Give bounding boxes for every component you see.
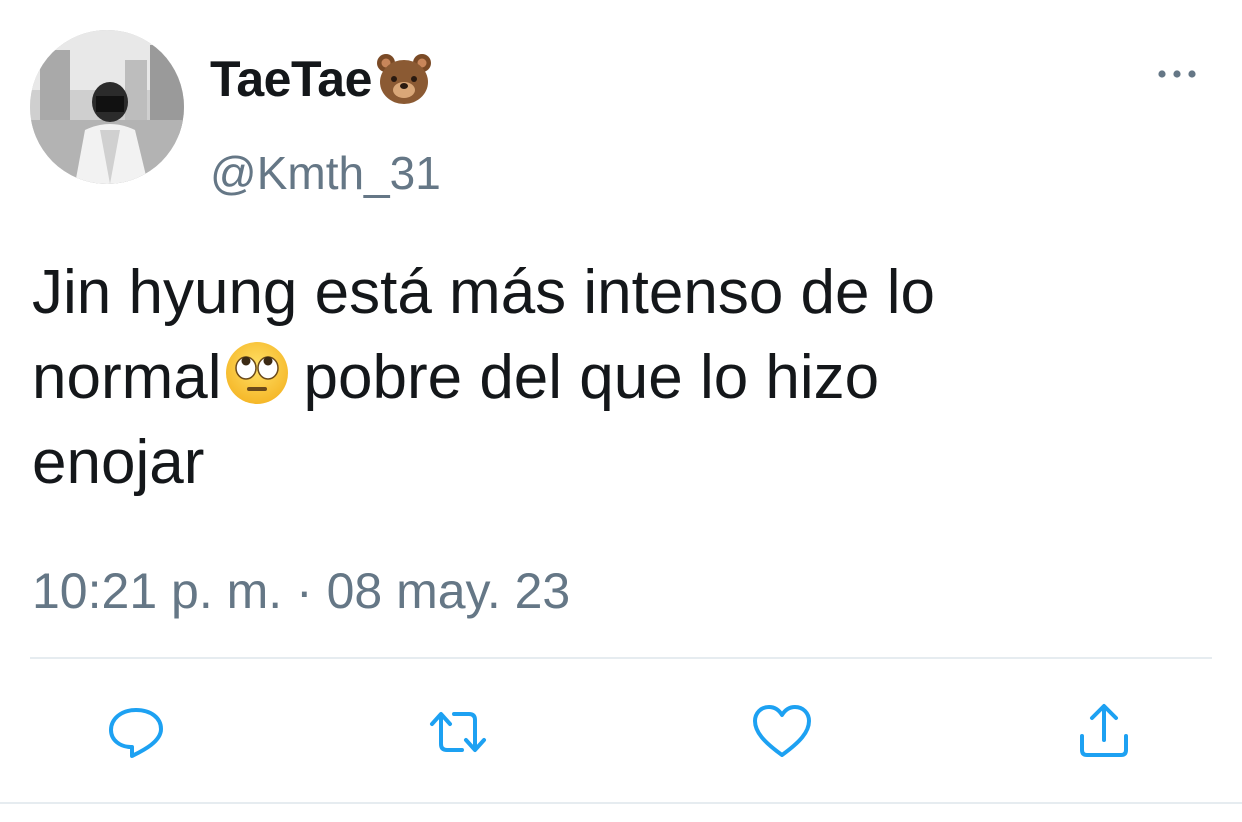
share-button[interactable] [1072,700,1136,764]
user-handle[interactable]: @Kmth_31 [210,146,441,200]
like-button[interactable] [750,700,814,764]
tweet-timestamp[interactable]: 10:21 p. m. · 08 may. 23 [32,562,570,620]
share-icon [1080,704,1128,757]
tweet-text-line-1: Jin hyung está más intenso de lo [32,258,935,327]
retweet-icon [430,712,486,752]
avatar-photo [30,30,184,184]
tweet-card: TaeTae @Kmth_31 Jin hyung está más inten… [0,0,1242,822]
bottom-divider [0,802,1242,804]
bear-face-emoji-icon [375,52,433,106]
heart-icon [753,705,811,757]
display-name[interactable]: TaeTae [210,50,433,108]
tweet-text: Jin hyung está más intenso de lo normal p… [32,250,1212,505]
avatar[interactable] [30,30,184,184]
tweet-text-fragment: pobre del que lo hizo [303,343,880,412]
tweet-text-fragment: normal [32,343,222,412]
reply-icon [109,708,163,758]
display-name-text: TaeTae [210,51,372,107]
retweet-button[interactable] [426,700,490,764]
more-options-icon[interactable] [1155,60,1199,88]
rolling-eyes-emoji-icon [224,340,290,406]
tweet-text-line-2: normal pobre del que lo hizo [32,335,1212,420]
divider [30,657,1212,659]
reply-button[interactable] [104,700,168,764]
tweet-text-line-3: enojar [32,428,205,497]
